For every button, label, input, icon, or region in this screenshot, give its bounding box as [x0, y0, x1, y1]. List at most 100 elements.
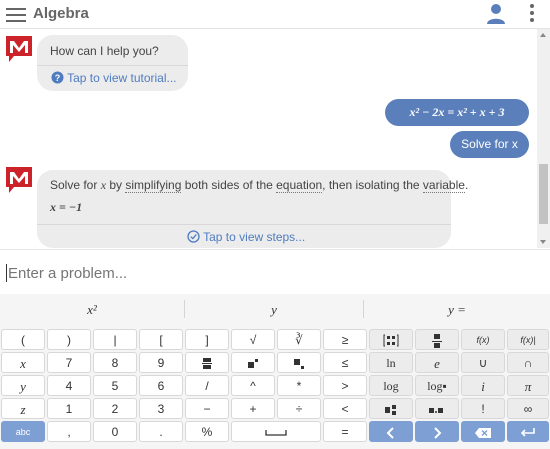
key-cube-root[interactable]: ∛: [277, 329, 321, 350]
mathway-logo-icon: [6, 36, 32, 62]
answer-result: x = −1: [50, 200, 83, 214]
key-y[interactable]: y: [1, 375, 45, 396]
answer-explanation: Solve for x by simplifying both sides of…: [50, 178, 469, 193]
key-6[interactable]: 6: [139, 375, 183, 396]
key-subscript[interactable]: [277, 352, 321, 373]
key-e[interactable]: e: [415, 352, 459, 373]
key-infinity[interactable]: ∞: [507, 398, 549, 419]
key-i[interactable]: i: [461, 375, 505, 396]
key-divide[interactable]: ÷: [277, 398, 321, 419]
tab-y[interactable]: y: [185, 294, 363, 325]
page-title: Algebra: [33, 5, 89, 22]
fraction-icon: [202, 357, 212, 369]
key-ln[interactable]: ln: [369, 352, 413, 373]
key-0[interactable]: 0: [93, 421, 137, 442]
key-limit[interactable]: [415, 329, 459, 350]
key-repeating-decimal[interactable]: [415, 398, 459, 419]
key-less-equal[interactable]: ≤: [323, 352, 367, 373]
key-fraction[interactable]: [185, 352, 229, 373]
key-intersection[interactable]: ∩: [507, 352, 549, 373]
chat-area[interactable]: How can I help you? ? Tap to view tutori…: [0, 29, 550, 248]
user-icon[interactable]: [486, 3, 506, 25]
matrix-icon: [383, 334, 399, 347]
key-period[interactable]: .: [139, 421, 183, 442]
mathway-logo-icon: [6, 167, 32, 193]
svg-text:?: ?: [55, 73, 61, 83]
key-8[interactable]: 8: [93, 352, 137, 373]
key-enter[interactable]: [507, 421, 549, 442]
key-pipe[interactable]: |: [93, 329, 137, 350]
key-close-bracket[interactable]: ]: [185, 329, 229, 350]
key-1[interactable]: 1: [47, 398, 91, 419]
key-power[interactable]: [231, 352, 275, 373]
limit-icon: [432, 333, 442, 348]
key-z[interactable]: z: [1, 398, 45, 419]
key-percent[interactable]: %: [185, 421, 229, 442]
solve-for-x-bubble[interactable]: Solve for x: [450, 131, 529, 158]
key-union[interactable]: ∪: [461, 352, 505, 373]
user-expression-bubble: x² − 2x = x² + x + 3: [385, 99, 529, 126]
text-caret: [6, 264, 7, 282]
more-vertical-icon[interactable]: [528, 3, 536, 25]
key-plus[interactable]: +: [231, 398, 275, 419]
key-7[interactable]: 7: [47, 352, 91, 373]
key-5[interactable]: 5: [93, 375, 137, 396]
key-function-eval[interactable]: f(x)|: [507, 329, 549, 350]
view-steps-link[interactable]: Tap to view steps...: [187, 230, 305, 244]
key-left-arrow[interactable]: [369, 421, 413, 442]
problem-input-bar: [0, 249, 550, 294]
check-circle-icon: [187, 230, 200, 243]
tab-x-squared[interactable]: x²: [0, 294, 184, 325]
key-abc[interactable]: abc: [1, 421, 45, 442]
key-caret[interactable]: ^: [231, 375, 275, 396]
key-mixed-number[interactable]: [369, 398, 413, 419]
chevron-right-icon: [434, 427, 442, 439]
math-keyboard: x² y y = ( ) | [ ] √ ∛ ≥ f(x) f(x)| x 7 …: [0, 294, 550, 449]
scroll-down-icon[interactable]: [540, 240, 546, 244]
tab-y-equals[interactable]: y =: [364, 294, 550, 325]
key-function[interactable]: f(x): [461, 329, 505, 350]
key-less[interactable]: <: [323, 398, 367, 419]
key-sqrt[interactable]: √: [231, 329, 275, 350]
hamburger-icon[interactable]: [6, 6, 26, 22]
problem-input[interactable]: [6, 260, 530, 286]
power-icon: [248, 358, 258, 368]
key-log-base[interactable]: log▪: [415, 375, 459, 396]
key-right-arrow[interactable]: [415, 421, 459, 442]
key-multiply[interactable]: *: [277, 375, 321, 396]
key-2[interactable]: 2: [93, 398, 137, 419]
chat-scrollbar[interactable]: [537, 29, 550, 248]
key-x[interactable]: x: [1, 352, 45, 373]
help-icon: ?: [51, 71, 64, 84]
scroll-thumb[interactable]: [539, 164, 548, 224]
answer-bubble: Solve for x by simplifying both sides of…: [37, 170, 468, 248]
enter-icon: [520, 427, 535, 437]
key-divide-slash[interactable]: /: [185, 375, 229, 396]
key-9[interactable]: 9: [139, 352, 183, 373]
key-close-paren[interactable]: ): [47, 329, 91, 350]
key-log[interactable]: log: [369, 375, 413, 396]
key-space[interactable]: [231, 421, 321, 442]
definition-link-variable[interactable]: variable: [422, 178, 465, 193]
tutorial-link[interactable]: ? Tap to view tutorial...: [51, 71, 177, 85]
key-backspace[interactable]: [461, 421, 505, 442]
key-matrix[interactable]: [369, 329, 413, 350]
scroll-up-icon[interactable]: [540, 33, 546, 37]
key-minus[interactable]: −: [185, 398, 229, 419]
key-factorial[interactable]: !: [461, 398, 505, 419]
definition-link-equation[interactable]: equation: [276, 178, 323, 193]
key-greater-equal[interactable]: ≥: [323, 329, 367, 350]
view-steps-text: Tap to view steps...: [203, 230, 306, 244]
greeting-bubble: How can I help you? ? Tap to view tutori…: [37, 35, 188, 91]
mixed-number-icon: [385, 404, 396, 415]
key-comma[interactable]: ,: [47, 421, 91, 442]
key-3[interactable]: 3: [139, 398, 183, 419]
key-equals[interactable]: =: [323, 421, 367, 442]
key-open-paren[interactable]: (: [1, 329, 45, 350]
greeting-text: How can I help you?: [50, 44, 159, 58]
key-greater[interactable]: >: [323, 375, 367, 396]
key-4[interactable]: 4: [47, 375, 91, 396]
definition-link-simplifying[interactable]: simplifying: [125, 178, 182, 193]
key-open-bracket[interactable]: [: [139, 329, 183, 350]
key-pi[interactable]: π: [507, 375, 549, 396]
